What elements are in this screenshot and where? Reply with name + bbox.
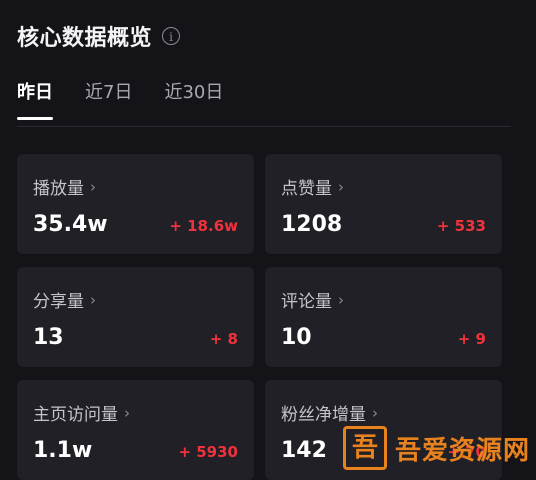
header: 核心数据概览 i [17, 20, 181, 52]
metric-value: 1208 [281, 212, 343, 237]
metric-value: 1.1w [33, 438, 93, 463]
watermark-text: 吾爱资源网 [394, 435, 530, 466]
metric-label-row: 播放量 › [33, 174, 96, 200]
metric-card-comments[interactable]: 评论量 › 10 + 9 [265, 267, 502, 367]
metric-label-row: 评论量 › [281, 287, 344, 313]
chevron-right-icon: › [90, 177, 96, 196]
metric-value: 142 [281, 438, 327, 463]
metric-label: 主页访问量 [33, 405, 118, 425]
metric-delta: + 9 [457, 330, 486, 348]
metric-label: 播放量 [33, 179, 84, 199]
tab-divider [17, 126, 511, 127]
metric-card-profile-visits[interactable]: 主页访问量 › 1.1w + 5930 [17, 380, 254, 480]
chevron-right-icon: › [338, 290, 344, 309]
metric-label-row: 粉丝净增量 › [281, 400, 378, 426]
metric-delta: + 8 [209, 330, 238, 348]
watermark-logo-icon: 吾 [342, 426, 387, 470]
tab-bar: 昨日 近7日 近30日 [17, 78, 223, 120]
info-icon[interactable]: i [162, 27, 181, 45]
chevron-right-icon: › [90, 290, 96, 309]
watermark: 吾 吾爱资源网 [342, 426, 530, 470]
metric-label: 点赞量 [281, 179, 332, 199]
page-title: 核心数据概览 [17, 26, 153, 51]
metric-value: 35.4w [33, 212, 108, 237]
chevron-right-icon: › [338, 177, 344, 196]
metric-label: 分享量 [33, 292, 84, 312]
metric-value: 13 [33, 325, 64, 350]
metric-label-row: 分享量 › [33, 287, 96, 313]
metric-delta: + 5930 [178, 443, 238, 461]
tab-last-30-days[interactable]: 近30日 [164, 78, 223, 120]
metric-card-likes[interactable]: 点赞量 › 1208 + 533 [265, 154, 502, 254]
chevron-right-icon: › [124, 403, 130, 422]
metric-card-plays[interactable]: 播放量 › 35.4w + 18.6w [17, 154, 254, 254]
metric-delta: + 18.6w [169, 217, 238, 235]
metric-value: 10 [281, 325, 312, 350]
metric-label: 粉丝净增量 [281, 405, 366, 425]
metric-label-row: 主页访问量 › [33, 400, 130, 426]
metric-label: 评论量 [281, 292, 332, 312]
tab-yesterday[interactable]: 昨日 [17, 78, 53, 120]
tab-last-7-days[interactable]: 近7日 [85, 78, 132, 120]
chevron-right-icon: › [372, 403, 378, 422]
metric-card-shares[interactable]: 分享量 › 13 + 8 [17, 267, 254, 367]
metric-label-row: 点赞量 › [281, 174, 344, 200]
metric-delta: + 533 [436, 217, 486, 235]
